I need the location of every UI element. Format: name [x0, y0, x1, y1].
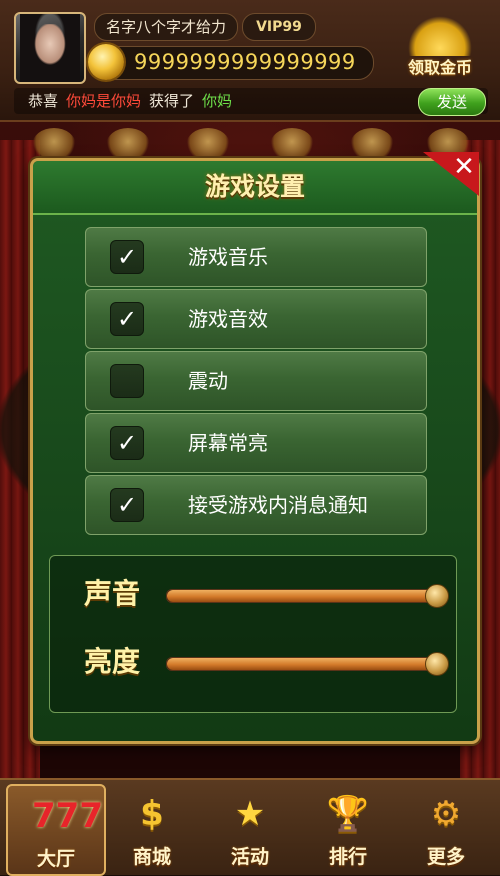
nav-label: 商城 [132, 846, 171, 868]
nav-lobby[interactable]: 777 大厅 [6, 784, 106, 876]
checkbox-notifications[interactable]: ✓ [110, 488, 144, 522]
gold-coin-icon [88, 44, 124, 80]
broadcast-bar: 恭喜 你妈是你妈 获得了 你妈 [14, 88, 488, 114]
option-row-notifications[interactable]: ✓ 接受游戏内消息通知 [85, 475, 427, 535]
send-button[interactable]: 发送 [418, 88, 486, 116]
avatar[interactable] [14, 12, 86, 84]
slot-777-icon: 777 [32, 796, 103, 836]
brightness-slider-fill [167, 658, 445, 670]
lobby-icon [106, 128, 150, 162]
close-icon: ✕ [453, 152, 475, 182]
nav-label: 排行 [328, 846, 367, 868]
brightness-slider[interactable] [166, 652, 449, 676]
dialog-title: 游戏设置 [204, 172, 305, 201]
close-button[interactable]: ✕ [423, 152, 479, 196]
option-row-music[interactable]: ✓ 游戏音乐 [85, 227, 427, 287]
option-label: 屏幕常亮 [188, 431, 268, 455]
nav-more[interactable]: ⚙ 更多 [398, 784, 494, 872]
lobby-icon [270, 128, 314, 162]
volume-slider-thumb[interactable] [425, 584, 449, 608]
bottom-nav: 777 大厅 $ 商城 ★ 活动 🏆 排行 ⚙ 更多 [0, 778, 500, 876]
slider-panel: 声音 亮度 [49, 555, 457, 713]
nav-label: 更多 [426, 846, 465, 868]
checkbox-screen-on[interactable]: ✓ [110, 426, 144, 460]
broadcast-verb: 获得了 [149, 92, 195, 110]
option-row-screen-on[interactable]: ✓ 屏幕常亮 [85, 413, 427, 473]
brightness-label: 亮度 [84, 645, 141, 678]
broadcast-prefix: 恭喜 [28, 92, 59, 110]
nav-label: 大厅 [36, 848, 75, 870]
nav-ranking[interactable]: 🏆 排行 [300, 784, 396, 872]
brightness-slider-thumb[interactable] [425, 652, 449, 676]
option-label: 游戏音乐 [188, 245, 268, 269]
option-row-vibration[interactable]: 震动 [85, 351, 427, 411]
volume-slider-fill [167, 590, 445, 602]
claim-gold-button[interactable]: 领取金币 [392, 12, 488, 84]
option-label: 震动 [188, 369, 228, 393]
claim-gold-label: 领取金币 [407, 58, 472, 77]
checkbox-sound-effects[interactable]: ✓ [110, 302, 144, 336]
vip-badge: VIP99 [242, 13, 316, 41]
nav-shop[interactable]: $ 商城 [104, 784, 200, 872]
settings-dialog: 游戏设置 ✓ 游戏音乐 ✓ 游戏音效 震动 ✓ 屏幕常亮 ✓ 接受游戏内消息通知… [30, 158, 480, 744]
option-row-sound-effects[interactable]: ✓ 游戏音效 [85, 289, 427, 349]
checkbox-vibration[interactable] [110, 364, 144, 398]
avatar-face [32, 24, 68, 68]
option-label: 接受游戏内消息通知 [188, 493, 368, 517]
broadcast-user: 你妈是你妈 [66, 92, 142, 110]
volume-slider[interactable] [166, 584, 449, 608]
lobby-icon [350, 128, 394, 162]
trophy-icon: 🏆 [326, 794, 370, 834]
nav-label: 活动 [230, 846, 269, 868]
option-label: 游戏音效 [188, 307, 268, 331]
gold-pile-icon [408, 16, 472, 56]
lobby-icon [186, 128, 230, 162]
volume-label: 声音 [84, 577, 141, 610]
gear-icon: ⚙ [430, 794, 462, 834]
dollar-icon: $ [140, 794, 164, 834]
broadcast-item: 你妈 [202, 92, 233, 110]
coin-amount: 9999999999999999 [134, 50, 356, 74]
lobby-icon [32, 128, 76, 162]
nav-events[interactable]: ★ 活动 [202, 784, 298, 872]
username-label: 名字八个字才给力 [94, 13, 238, 41]
checkbox-music[interactable]: ✓ [110, 240, 144, 274]
stars-icon: ★ [234, 794, 266, 834]
